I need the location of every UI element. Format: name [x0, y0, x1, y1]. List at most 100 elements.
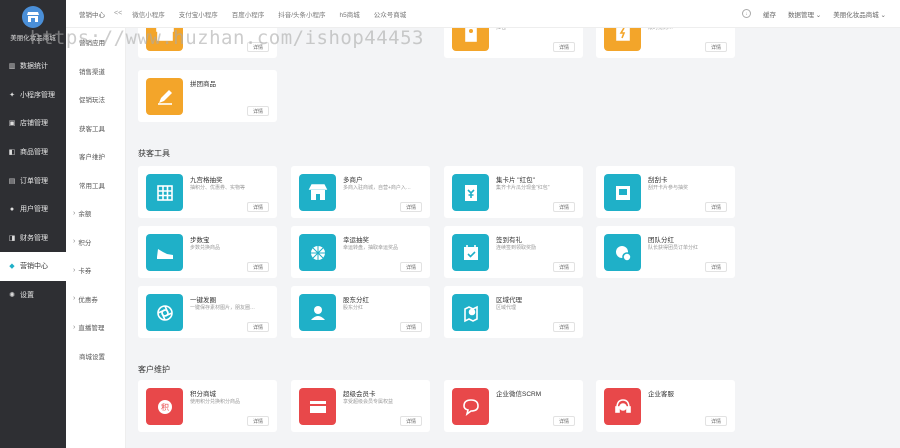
card-detail-button[interactable]: 详情 [400, 322, 422, 332]
subnav-item-4[interactable]: 客户维护 [66, 142, 125, 171]
download-icon[interactable]: ↓ [741, 9, 751, 18]
subnav-item-6[interactable]: › 余额 [66, 199, 125, 228]
card-detail-button[interactable]: 详情 [247, 106, 269, 116]
sidebar-item-label: 商品管理 [20, 149, 48, 157]
feature-card[interactable]: 集卡片 "红包" 集齐卡片瓜分现金"红包" 详情 [444, 166, 583, 218]
card-title: 团队分红 [648, 237, 674, 244]
user-icon: ● [9, 205, 15, 213]
top-tab-4[interactable]: h5商城 [340, 9, 360, 19]
card-detail-button[interactable]: 详情 [247, 322, 269, 332]
sidebar-item-4[interactable]: ▤ 订单管理 [0, 166, 66, 195]
top-tab-3[interactable]: 抖音/头条小程序 [278, 9, 325, 19]
card-detail-button[interactable]: 详情 [553, 416, 575, 426]
card-desc: 限时抢购… [648, 28, 674, 31]
subnav-item-2[interactable]: 促销玩法 [66, 85, 125, 114]
card-desc: 多商入驻商城，自营+商户入… [343, 185, 411, 191]
brand-logo[interactable] [22, 6, 44, 28]
wheel-icon [299, 234, 336, 271]
location-icon [452, 294, 489, 331]
card-detail-button[interactable]: 详情 [705, 262, 727, 272]
sidebar-item-label: 用户管理 [20, 206, 48, 214]
feature-card[interactable]: 签到有礼 连续签到领取奖励 详情 [444, 226, 583, 278]
card-title: 九宫格抽奖 [190, 177, 223, 184]
card-detail-button[interactable]: 详情 [553, 42, 575, 52]
card-detail-button[interactable]: 详情 [553, 262, 575, 272]
card-desc: 幸运转盘，抽取幸运奖品 [343, 245, 399, 251]
feature-card[interactable]: 步数宝 步数兑换商品 详情 [138, 226, 277, 278]
subnav-item-8[interactable]: › 卡券 [66, 256, 125, 285]
subnav-item-label: 常用工具 [79, 182, 105, 190]
cache-button[interactable]: 缓存 [763, 9, 776, 19]
card-detail-button[interactable]: 详情 [247, 202, 269, 212]
feature-card[interactable]: 股东分红 股东分红 详情 [291, 286, 430, 338]
feature-card[interactable]: 拼团商品 详情 [138, 70, 277, 122]
collapse-button[interactable]: << [114, 10, 122, 17]
subnav-item-5[interactable]: 常用工具 [66, 171, 125, 200]
card-title: 签到有礼 [496, 237, 522, 244]
card-detail-button[interactable]: 详情 [553, 322, 575, 332]
card-detail-button[interactable]: 详情 [705, 202, 727, 212]
card-detail-button[interactable]: 详情 [400, 262, 422, 272]
card-desc: 区域代理 [496, 305, 517, 311]
main-content: 获客工具 客户维护 详情 红包 详情 限时抢购… 详情 拼团商品 详情 九宫格抽奖 抽积分、优惠… [126, 28, 900, 448]
feature-card[interactable]: 红包 详情 [444, 28, 583, 58]
feature-card[interactable]: 限时抢购… 详情 [596, 28, 735, 58]
card-desc: 队长获得团员订单分红 [648, 245, 699, 251]
section-title-acquire: 获客工具 [138, 149, 170, 158]
flash-icon [604, 28, 641, 51]
card-detail-button[interactable]: 详情 [247, 416, 269, 426]
feature-card[interactable]: 幸运抽奖 幸运转盘，抽取幸运奖品 详情 [291, 226, 430, 278]
chevron-right-icon: › [73, 209, 76, 217]
card-detail-button[interactable]: 详情 [705, 416, 727, 426]
card-detail-button[interactable]: 详情 [400, 416, 422, 426]
sidebar-item-0[interactable]: ▥ 数据统计 [0, 52, 66, 81]
feature-card[interactable]: 积 积分商城 使用积分兑换积分商品 详情 [138, 380, 277, 432]
card-detail-button[interactable]: 详情 [553, 202, 575, 212]
sidebar-item-2[interactable]: ▣ 店铺管理 [0, 109, 66, 138]
top-tab-5[interactable]: 公众号商城 [374, 9, 407, 19]
card-icon [452, 174, 489, 211]
subnav-item-1[interactable]: 销售渠道 [66, 57, 125, 86]
subnav-item-0[interactable]: 营销应用 [66, 28, 125, 57]
sidebar-item-5[interactable]: ● 用户管理 [0, 195, 66, 224]
top-tab-2[interactable]: 百度小程序 [232, 9, 265, 19]
feature-card[interactable]: 刮刮卡 刮开卡片参与抽奖 详情 [596, 166, 735, 218]
subnav-item-10[interactable]: › 直播管理 [66, 313, 125, 342]
feature-card[interactable]: 详情 [138, 28, 277, 58]
goods-icon: ◧ [8, 149, 16, 157]
feature-card[interactable]: 企业客服 详情 [596, 380, 735, 432]
feature-card[interactable]: 区域代理 区域代理 详情 [444, 286, 583, 338]
sidebar-item-7[interactable]: ◆ 营销中心 [0, 252, 66, 281]
top-tab-0[interactable]: 微信小程序 [132, 9, 165, 19]
store-icon: ▣ [8, 120, 16, 128]
feature-card[interactable]: 超级会员卡 享受超级会员专属权益 详情 [291, 380, 430, 432]
feature-card[interactable]: 企业微信SCRM 详情 [444, 380, 583, 432]
feature-card[interactable]: 团队分红 队长获得团员订单分红详情 [596, 226, 735, 278]
user-menu[interactable]: 数据管理 ⌄ [788, 9, 821, 19]
subnav-item-9[interactable]: › 优惠券 [66, 285, 125, 314]
card-detail-button[interactable]: 详情 [705, 42, 727, 52]
sidebar-item-6[interactable]: ◨ 财务管理 [0, 224, 66, 253]
card-detail-button[interactable]: 详情 [247, 42, 269, 52]
sidebar-item-label: 订单管理 [20, 177, 48, 185]
feature-card[interactable]: 九宫格抽奖 抽积分、优惠券、实物等 详情 [138, 166, 277, 218]
card-title: 集卡片 "红包" [496, 177, 535, 184]
card-title: 超级会员卡 [343, 391, 376, 398]
vipcard-icon [299, 388, 336, 425]
miniapp-icon: ✦ [9, 91, 15, 99]
subnav-item-11[interactable]: 商城设置 [66, 342, 125, 371]
page-title: 营销中心 [79, 11, 105, 19]
sidebar-item-1[interactable]: ✦ 小程序管理 [0, 81, 66, 110]
sidebar-item-8[interactable]: ✺ 设置 [0, 281, 66, 310]
sidebar-item-3[interactable]: ◧ 商品管理 [0, 138, 66, 167]
subnav-item-7[interactable]: › 积分 [66, 228, 125, 257]
shop-switcher[interactable]: 美丽化妆品商城 ⌄ [833, 9, 886, 19]
top-tab-1[interactable]: 支付宝小程序 [179, 9, 218, 19]
card-detail-button[interactable]: 详情 [400, 202, 422, 212]
card-desc: 一键保存素材图片，朋友圈… [190, 305, 256, 311]
feature-card[interactable]: 一键发圈 一键保存素材图片，朋友圈… 详情 [138, 286, 277, 338]
subnav-item-3[interactable]: 获客工具 [66, 114, 125, 143]
card-detail-button[interactable]: 详情 [247, 262, 269, 272]
chevron-right-icon: › [73, 323, 76, 331]
feature-card[interactable]: 多商户 多商入驻商城，自营+商户入… 详情 [291, 166, 430, 218]
